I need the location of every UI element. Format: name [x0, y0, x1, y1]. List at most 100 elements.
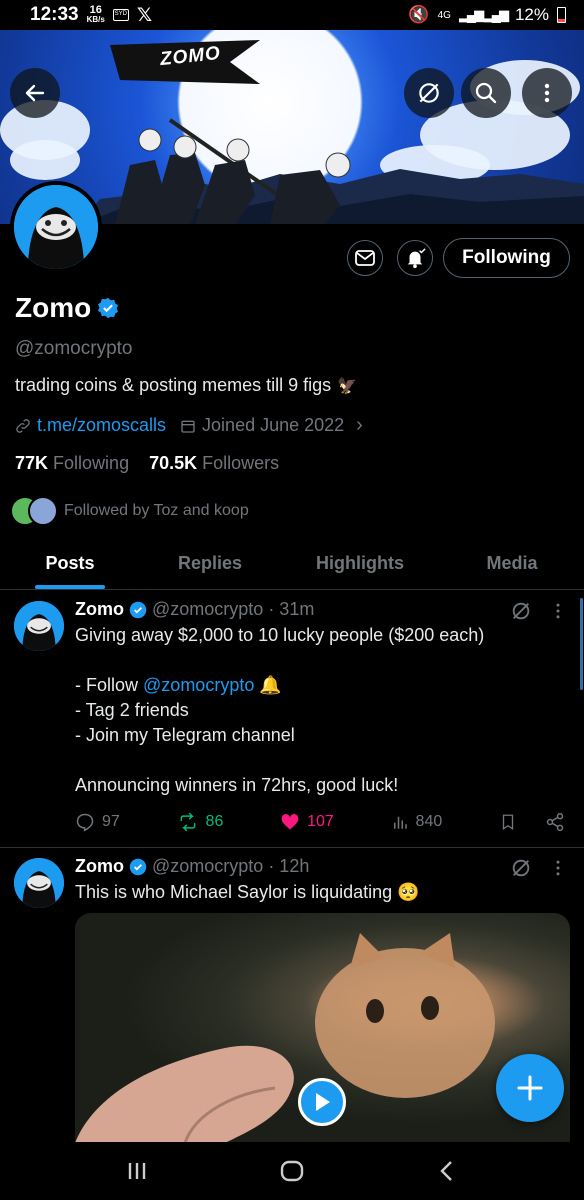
more-button[interactable]	[522, 68, 572, 118]
masked-troll-avatar	[14, 858, 64, 908]
tweet-extra-actions	[499, 812, 565, 832]
profile-link[interactable]: t.me/zomoscalls	[37, 415, 166, 436]
more-vertical-icon[interactable]	[548, 858, 568, 878]
tweet-header: Zomo @zomocrypto · 31m	[75, 599, 314, 620]
home-button[interactable]	[267, 1151, 317, 1191]
grok-icon	[419, 83, 439, 103]
network-type: 4G	[437, 9, 451, 21]
heart-filled-icon	[281, 814, 299, 830]
reply-button[interactable]: 97	[75, 812, 120, 832]
tweet-avatar[interactable]	[14, 858, 64, 908]
tweet-author-handle[interactable]: @zomocrypto	[152, 599, 263, 620]
pleading-face-emoji-icon: 🥺	[397, 882, 420, 902]
grok-icon[interactable]	[510, 600, 532, 622]
like-button[interactable]: 107	[280, 812, 334, 832]
tweet-line: - Follow @zomocrypto 🔔	[75, 675, 282, 695]
masked-troll-avatar	[14, 601, 64, 651]
envelope-icon	[355, 250, 375, 266]
tweet-author-handle[interactable]: @zomocrypto	[152, 856, 263, 877]
tweet-line: This is who Michael Saylor is liquidatin…	[75, 882, 393, 902]
grok-icon[interactable]	[510, 857, 532, 879]
profile-bio: trading coins & posting memes till 9 fig…	[15, 375, 332, 395]
chevron-right-icon[interactable]: ›	[356, 414, 363, 437]
tweet-avatar[interactable]	[14, 601, 64, 651]
tweet-author-name[interactable]: Zomo	[75, 599, 124, 620]
battery-icon	[557, 7, 566, 23]
tweet-divider	[0, 847, 584, 848]
repost-icon	[180, 812, 195, 832]
calendar-icon	[181, 420, 195, 433]
tweet-author-name[interactable]: Zomo	[75, 856, 124, 877]
eagle-icon: 🦅	[337, 377, 358, 395]
notification-icon: SYD	[112, 9, 129, 21]
bookmark-icon[interactable]	[499, 812, 517, 832]
tab-highlights[interactable]: Highlights	[280, 538, 440, 589]
tab-posts[interactable]: Posts	[0, 538, 140, 589]
more-vertical-icon[interactable]	[548, 601, 568, 621]
tweet-text: This is who Michael Saylor is liquidatin…	[75, 880, 565, 905]
tweet-line: - Tag 2 friends	[75, 700, 189, 720]
play-button[interactable]	[298, 1078, 346, 1126]
verified-badge-icon	[129, 601, 147, 618]
soldiers-illustration	[115, 118, 351, 224]
reply-count: 97	[102, 813, 120, 830]
message-button[interactable]	[347, 240, 383, 276]
bell-emoji-icon: 🔔	[259, 675, 282, 695]
notifications-button[interactable]	[397, 240, 433, 276]
signal-icon: ▂▄▆ ▂▄▆	[458, 7, 509, 22]
more-vertical-icon	[544, 83, 550, 103]
bell-check-icon	[407, 248, 426, 269]
mute-icon: 🔇	[408, 5, 430, 24]
x-notification-icon: 𝕏	[136, 4, 153, 26]
views-button[interactable]: 840	[391, 813, 443, 831]
tweet-line: Announcing winners in 72hrs, good luck!	[75, 775, 399, 795]
followers-count-link[interactable]: 70.5K Followers	[149, 453, 279, 474]
following-button[interactable]: Following	[443, 238, 570, 278]
view-count: 840	[415, 813, 443, 830]
compose-post-button[interactable]	[496, 1054, 564, 1122]
verified-badge-icon	[129, 858, 147, 875]
link-icon	[16, 418, 30, 433]
status-bar: 12:33 16 KB/s SYD 𝕏 🔇 4G ▂▄▆ ▂▄▆ 12%	[0, 0, 584, 30]
display-name: Zomo	[15, 292, 92, 323]
followed-by-text: Followed by Toz and koop	[64, 502, 249, 519]
recent-apps-icon	[129, 1163, 146, 1179]
scroll-indicator[interactable]	[580, 598, 583, 690]
back-button[interactable]	[10, 68, 60, 118]
tweet-header: Zomo @zomocrypto · 12h	[75, 856, 309, 877]
display-name-row: Zomo	[15, 292, 119, 324]
verified-badge-icon[interactable]	[97, 297, 119, 319]
cloud	[10, 140, 80, 180]
tweet-video[interactable]	[75, 913, 570, 1143]
back-chevron-icon	[439, 1161, 452, 1181]
follower-avatar	[28, 496, 58, 526]
network-speed: 16 KB/s	[86, 4, 105, 25]
profile-tabs: Posts Replies Highlights Media	[0, 538, 584, 590]
tweet-text: Giving away $2,000 to 10 lucky people ($…	[75, 623, 565, 798]
profile-avatar[interactable]	[10, 181, 102, 273]
back-nav-button[interactable]	[422, 1151, 472, 1191]
status-time: 12:33	[30, 4, 79, 25]
tweet-line: - Join my Telegram channel	[75, 725, 295, 745]
android-navigation-bar	[0, 1142, 584, 1200]
following-count-link[interactable]: 77K Following	[15, 453, 129, 474]
tweet-timestamp: · 31m	[268, 599, 315, 619]
masked-troll-avatar	[14, 185, 98, 269]
grok-button[interactable]	[404, 68, 454, 118]
tweet-mention[interactable]: @zomocrypto	[143, 675, 254, 695]
search-button[interactable]	[461, 68, 511, 118]
followed-by-row[interactable]: Followed by Toz and koop	[10, 496, 249, 526]
plus-icon	[517, 1075, 543, 1101]
recent-apps-button[interactable]	[112, 1151, 162, 1191]
repost-button[interactable]: 86	[177, 812, 224, 832]
repost-count: 86	[205, 813, 224, 830]
profile-bio-row: trading coins & posting memes till 9 fig…	[15, 375, 357, 396]
tab-replies[interactable]: Replies	[140, 538, 280, 589]
follow-counts: 77K Following 70.5K Followers	[15, 453, 279, 474]
tab-media[interactable]: Media	[440, 538, 584, 589]
play-icon	[316, 1093, 330, 1111]
share-icon[interactable]	[545, 812, 565, 832]
tweet-timestamp: · 12h	[268, 856, 310, 876]
back-arrow-icon	[25, 84, 45, 102]
followed-by-avatars	[10, 496, 58, 526]
